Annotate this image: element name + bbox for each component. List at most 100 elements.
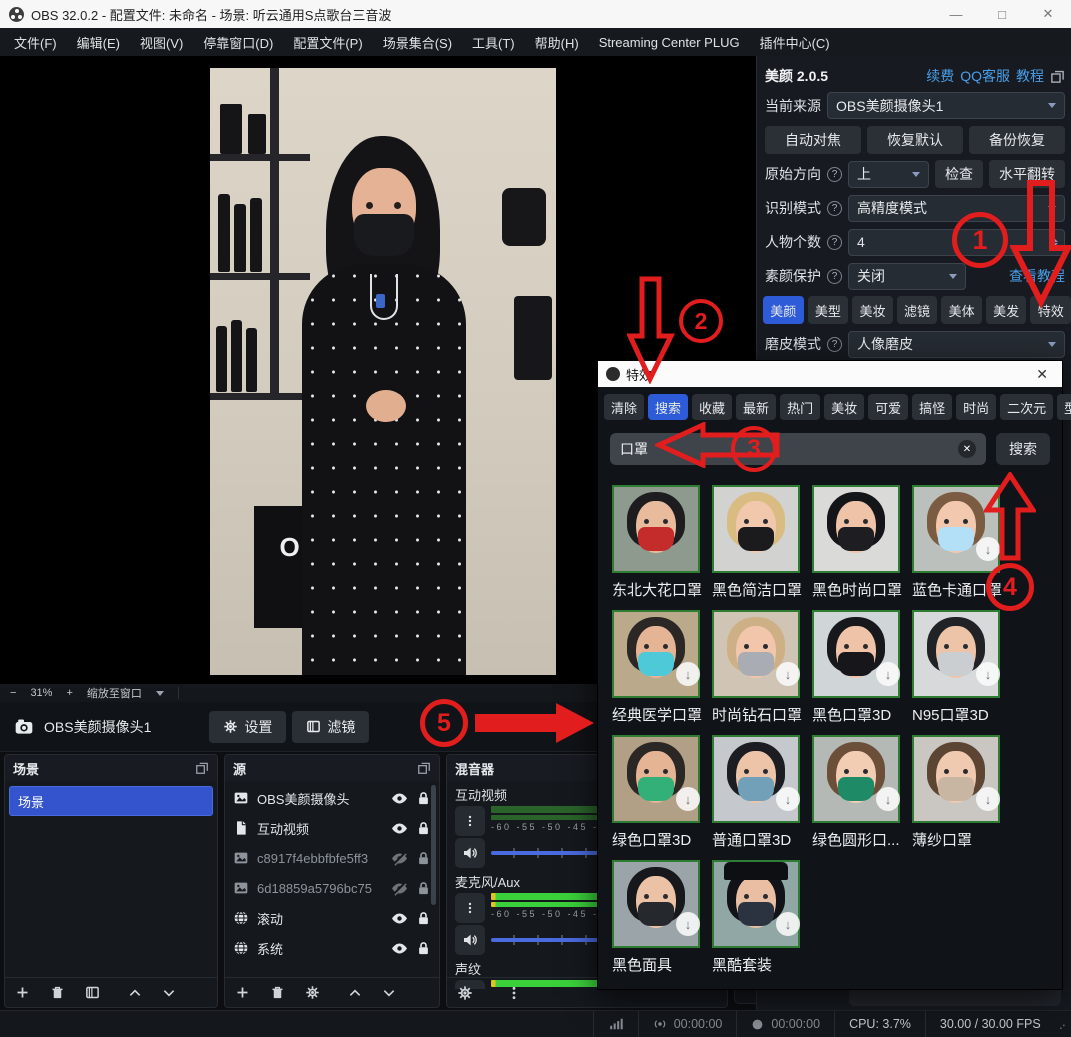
protect-select[interactable]: 关闭 bbox=[848, 263, 966, 290]
dialog-tab-可爱[interactable]: 可爱 bbox=[868, 394, 908, 420]
effect-thumbnail[interactable]: ↓ bbox=[912, 485, 1000, 573]
eye-icon[interactable] bbox=[391, 940, 408, 957]
effect-item[interactable]: ↓黑酷套装 bbox=[712, 860, 812, 985]
effect-thumbnail[interactable]: ↓ bbox=[812, 610, 900, 698]
scene-list-item[interactable]: 场景 bbox=[9, 786, 213, 816]
filters-button[interactable]: 滤镜 bbox=[292, 711, 369, 743]
maximize-button[interactable]: □ bbox=[979, 0, 1025, 28]
lock-icon[interactable] bbox=[416, 791, 431, 806]
remove-scene-button[interactable] bbox=[50, 985, 65, 1000]
source-row[interactable]: c8917f4ebbfbfe5ff3 bbox=[225, 843, 439, 873]
effect-thumbnail[interactable]: ↓ bbox=[612, 860, 700, 948]
qq-support-link[interactable]: QQ客服 bbox=[960, 66, 1010, 86]
search-button[interactable]: 搜索 bbox=[996, 433, 1050, 465]
move-down-button[interactable] bbox=[382, 986, 396, 1000]
orientation-select[interactable]: 上 bbox=[848, 161, 929, 188]
autofocus-button[interactable]: 自动对焦 bbox=[765, 126, 861, 154]
search-input[interactable]: 口罩 ✕ bbox=[610, 433, 986, 465]
minimize-button[interactable]: — bbox=[933, 0, 979, 28]
effect-thumbnail[interactable]: ↓ bbox=[712, 860, 800, 948]
channel-options-icon[interactable] bbox=[455, 806, 485, 836]
move-up-button[interactable] bbox=[348, 986, 362, 1000]
effect-item[interactable]: 黑色简洁口罩 bbox=[712, 485, 812, 610]
lock-icon[interactable] bbox=[416, 821, 431, 836]
advanced-audio-button[interactable] bbox=[457, 985, 473, 1001]
effect-item[interactable]: 黑色时尚口罩 bbox=[812, 485, 912, 610]
dialog-tab-搞怪[interactable]: 搞怪 bbox=[912, 394, 952, 420]
effect-item[interactable]: 东北大花口罩 bbox=[612, 485, 712, 610]
dialog-tab-最新[interactable]: 最新 bbox=[736, 394, 776, 420]
lock-icon[interactable] bbox=[416, 851, 431, 866]
zoom-out-button[interactable]: − bbox=[10, 687, 16, 699]
popout-icon[interactable] bbox=[1050, 69, 1065, 84]
check-button[interactable]: 检查 bbox=[935, 160, 983, 188]
eye-icon[interactable] bbox=[391, 910, 408, 927]
source-select[interactable]: OBS美颜摄像头1 bbox=[827, 92, 1065, 119]
effect-thumbnail[interactable]: ↓ bbox=[612, 610, 700, 698]
clear-search-icon[interactable]: ✕ bbox=[958, 440, 976, 458]
speaker-icon[interactable] bbox=[455, 925, 485, 955]
help-icon[interactable]: ? bbox=[827, 337, 842, 352]
download-icon[interactable]: ↓ bbox=[776, 912, 800, 936]
tutorial-link-top[interactable]: 教程 bbox=[1016, 66, 1044, 86]
scrollbar[interactable] bbox=[431, 785, 436, 905]
close-button[interactable]: ✕ bbox=[1025, 0, 1071, 28]
beauty-tab-美型[interactable]: 美型 bbox=[808, 296, 849, 324]
source-row[interactable]: 6d18859a5796bc75 bbox=[225, 873, 439, 903]
effect-item[interactable]: ↓经典医学口罩 bbox=[612, 610, 712, 735]
dialog-tab-清除[interactable]: 清除 bbox=[604, 394, 644, 420]
source-row[interactable]: 滚动 bbox=[225, 903, 439, 933]
fit-to-window[interactable]: 缩放至窗口 bbox=[87, 685, 142, 701]
menu-item[interactable]: 停靠窗口(D) bbox=[193, 29, 283, 56]
resize-grip[interactable]: ⡠ bbox=[1055, 1019, 1071, 1030]
more-options-icon[interactable] bbox=[507, 986, 521, 1000]
download-icon[interactable]: ↓ bbox=[676, 912, 700, 936]
download-icon[interactable]: ↓ bbox=[976, 537, 1000, 561]
effect-item[interactable]: ↓绿色圆形口... bbox=[812, 735, 912, 860]
lock-icon[interactable] bbox=[416, 941, 431, 956]
menu-item[interactable]: 配置文件(P) bbox=[283, 29, 372, 56]
recognition-select[interactable]: 高精度模式 bbox=[848, 195, 1065, 222]
move-up-button[interactable] bbox=[128, 986, 142, 1000]
menu-item[interactable]: 编辑(E) bbox=[67, 29, 130, 56]
popout-icon[interactable] bbox=[195, 761, 209, 775]
dialog-tab-收藏[interactable]: 收藏 bbox=[692, 394, 732, 420]
lock-icon[interactable] bbox=[416, 881, 431, 896]
renew-link[interactable]: 续费 bbox=[926, 66, 954, 86]
help-icon[interactable]: ? bbox=[827, 235, 842, 250]
download-icon[interactable]: ↓ bbox=[976, 662, 1000, 686]
backup-restore-button[interactable]: 备份恢复 bbox=[969, 126, 1065, 154]
person-count-stepper[interactable]: 4 bbox=[848, 229, 1065, 256]
effect-thumbnail[interactable]: ↓ bbox=[712, 735, 800, 823]
effect-item[interactable]: ↓蓝色卡通口罩 bbox=[912, 485, 1012, 610]
dialog-tab-搜索[interactable]: 搜索 bbox=[648, 394, 688, 420]
view-tutorial-link[interactable]: 查看教程 bbox=[1009, 266, 1065, 286]
zoom-in-button[interactable]: + bbox=[66, 687, 72, 699]
dialog-close-button[interactable]: ✕ bbox=[1030, 366, 1054, 383]
effect-thumbnail[interactable] bbox=[812, 485, 900, 573]
beauty-tab-特效[interactable]: 特效 bbox=[1030, 296, 1071, 324]
dialog-tab-二次元[interactable]: 二次元 bbox=[1000, 394, 1053, 420]
eye-icon[interactable] bbox=[391, 820, 408, 837]
download-icon[interactable]: ↓ bbox=[776, 787, 800, 811]
beauty-tab-美发[interactable]: 美发 bbox=[986, 296, 1027, 324]
effect-thumbnail[interactable] bbox=[712, 485, 800, 573]
lock-icon[interactable] bbox=[416, 911, 431, 926]
source-row[interactable]: OBS美颜摄像头 bbox=[225, 783, 439, 813]
menu-item[interactable]: 工具(T) bbox=[462, 29, 525, 56]
effect-item[interactable]: ↓普通口罩3D bbox=[712, 735, 812, 860]
channel-options-icon[interactable] bbox=[455, 893, 485, 923]
effect-thumbnail[interactable] bbox=[612, 485, 700, 573]
smooth-select[interactable]: 人像磨皮 bbox=[848, 331, 1065, 358]
effect-thumbnail[interactable]: ↓ bbox=[912, 610, 1000, 698]
move-down-button[interactable] bbox=[162, 986, 176, 1000]
download-icon[interactable]: ↓ bbox=[676, 662, 700, 686]
menu-item[interactable]: 插件中心(C) bbox=[750, 29, 840, 56]
effect-item[interactable]: ↓黑色面具 bbox=[612, 860, 712, 985]
menu-item[interactable]: 视图(V) bbox=[130, 29, 193, 56]
effect-item[interactable]: ↓N95口罩3D bbox=[912, 610, 1012, 735]
effect-thumbnail[interactable]: ↓ bbox=[912, 735, 1000, 823]
eye-off-icon[interactable] bbox=[391, 850, 408, 867]
dialog-tab-时尚[interactable]: 时尚 bbox=[956, 394, 996, 420]
beauty-tab-美妆[interactable]: 美妆 bbox=[852, 296, 893, 324]
